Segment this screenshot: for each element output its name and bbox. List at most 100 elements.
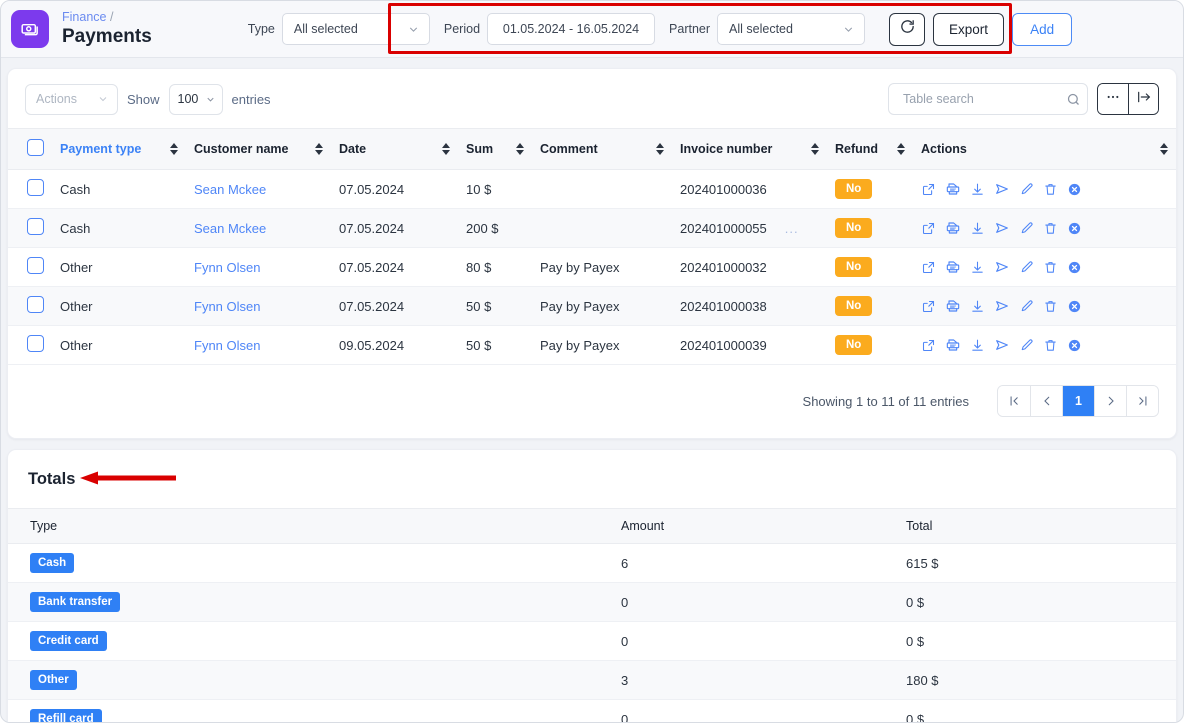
send-icon[interactable] [994,181,1010,197]
add-button[interactable]: Add [1012,12,1073,46]
search-input[interactable] [901,91,1066,107]
pagination-first-button[interactable] [998,386,1030,416]
pdf-file-icon[interactable] [945,220,961,236]
chevron-down-icon [407,23,420,36]
send-icon[interactable] [994,220,1010,236]
sort-icon[interactable] [656,143,664,155]
sort-icon[interactable] [1160,143,1168,155]
invoice-more-ellipsis[interactable]: ... [785,221,799,236]
totals-type-badge: Other [30,670,77,690]
column-comment[interactable]: Comment [532,128,672,170]
cell-payment-type: Cash [52,208,186,248]
column-sum[interactable]: Sum [458,128,532,170]
external-link-icon[interactable] [921,182,936,197]
cancel-circle-icon[interactable] [1067,221,1082,236]
customer-name-link[interactable]: Fynn Olsen [194,338,260,353]
pagination-page-1[interactable]: 1 [1062,386,1094,416]
download-icon[interactable] [970,182,985,197]
download-icon[interactable] [970,260,985,275]
entries-per-page-select[interactable]: 100 [168,83,223,115]
chevron-down-icon [97,93,109,105]
customer-name-link[interactable]: Fynn Olsen [194,299,260,314]
more-options-button[interactable] [1098,84,1128,114]
sort-icon[interactable] [516,143,524,155]
trash-icon[interactable] [1043,338,1058,353]
send-icon[interactable] [994,298,1010,314]
external-link-icon[interactable] [921,260,936,275]
trash-icon[interactable] [1043,182,1058,197]
table-row[interactable]: Other Fynn Olsen 09.05.2024 50 $ Pay by … [8,325,1176,365]
sort-icon[interactable] [897,143,905,155]
row-checkbox[interactable] [27,296,44,313]
send-icon[interactable] [994,259,1010,275]
external-link-icon[interactable] [921,221,936,236]
send-icon[interactable] [994,337,1010,353]
download-icon[interactable] [970,299,985,314]
trash-icon[interactable] [1043,299,1058,314]
row-action-icons [921,220,1168,236]
cancel-circle-icon[interactable] [1067,299,1082,314]
external-link-icon[interactable] [921,338,936,353]
actions-select[interactable]: Actions [25,83,118,115]
table-row[interactable]: Cash Sean Mckee 07.05.2024 10 $ 20240100… [8,169,1176,209]
customer-name-link[interactable]: Sean Mckee [194,221,266,236]
column-customer-name[interactable]: Customer name [186,128,331,170]
cancel-circle-icon[interactable] [1067,338,1082,353]
pagination-next-button[interactable] [1094,386,1126,416]
sort-icon[interactable] [811,143,819,155]
type-select[interactable]: All selected [281,13,430,45]
row-checkbox[interactable] [27,335,44,352]
totals-table: Type Amount Total Cash 6 615 $ Bank tran… [8,508,1176,722]
row-checkbox[interactable] [27,218,44,235]
refresh-button[interactable] [889,12,926,46]
table-row[interactable]: Cash Sean Mckee 07.05.2024 200 $ 2024010… [8,208,1176,248]
pagination-prev-button[interactable] [1030,386,1062,416]
column-date[interactable]: Date [331,128,458,170]
expand-table-button[interactable] [1128,84,1158,114]
pdf-file-icon[interactable] [945,298,961,314]
table-row[interactable]: Other Fynn Olsen 07.05.2024 50 $ Pay by … [8,286,1176,326]
app-window: Finance / Payments Type All selected Per… [0,0,1184,723]
period-daterange-input[interactable]: 01.05.2024 - 16.05.2024 [487,13,656,45]
cancel-circle-icon[interactable] [1067,182,1082,197]
cancel-circle-icon[interactable] [1067,260,1082,275]
column-payment-type[interactable]: Payment type [52,128,186,170]
export-button[interactable]: Export [933,12,1005,46]
totals-table-head: Type Amount Total [8,508,1176,544]
column-actions[interactable]: Actions [913,128,1176,170]
pdf-file-icon[interactable] [945,259,961,275]
breadcrumb-link-finance[interactable]: Finance [62,10,106,24]
row-checkbox[interactable] [27,179,44,196]
sort-icon[interactable] [442,143,450,155]
pdf-file-icon[interactable] [945,337,961,353]
cell-actions [913,169,1176,209]
column-refund[interactable]: Refund [827,128,913,170]
ellipsis-icon [1105,89,1121,110]
table-row[interactable]: Other Fynn Olsen 07.05.2024 80 $ Pay by … [8,247,1176,287]
table-search[interactable] [888,83,1088,115]
column-invoice-number-label: Invoice number [680,142,773,156]
customer-name-link[interactable]: Fynn Olsen [194,260,260,275]
column-invoice-number[interactable]: Invoice number [672,128,827,170]
select-all-checkbox[interactable] [27,139,44,156]
sort-icon[interactable] [170,143,178,155]
edit-pencil-icon[interactable] [1019,260,1034,275]
pagination-last-button[interactable] [1126,386,1158,416]
edit-pencil-icon[interactable] [1019,338,1034,353]
trash-icon[interactable] [1043,221,1058,236]
totals-row: Bank transfer 0 0 $ [8,582,1176,622]
external-link-icon[interactable] [921,299,936,314]
row-checkbox[interactable] [27,257,44,274]
payments-table-head: Payment type Customer name Date Sum Comm… [8,128,1176,170]
search-icon[interactable] [1066,92,1081,107]
download-icon[interactable] [970,338,985,353]
customer-name-link[interactable]: Sean Mckee [194,182,266,197]
edit-pencil-icon[interactable] [1019,299,1034,314]
pdf-file-icon[interactable] [945,181,961,197]
edit-pencil-icon[interactable] [1019,182,1034,197]
edit-pencil-icon[interactable] [1019,221,1034,236]
sort-icon[interactable] [315,143,323,155]
partner-select[interactable]: All selected [717,13,866,45]
download-icon[interactable] [970,221,985,236]
trash-icon[interactable] [1043,260,1058,275]
